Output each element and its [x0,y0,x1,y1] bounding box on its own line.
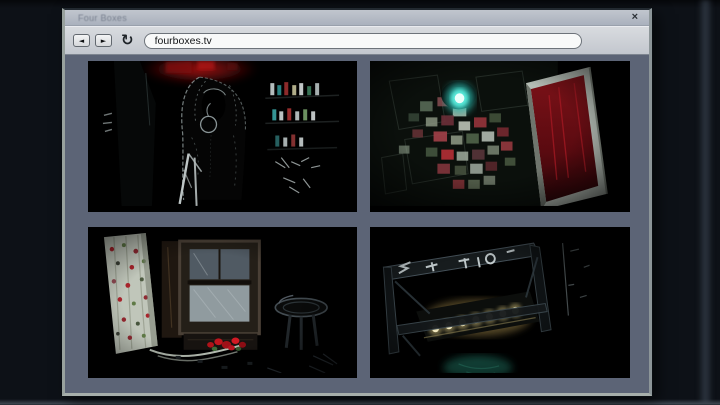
window-title: Four Boxes [65,13,127,23]
bezel-top-edge [0,0,720,8]
feed-artwork-hooded-figure [88,61,357,212]
refresh-icon[interactable]: ↻ [121,33,134,48]
video-panel-bottom-left[interactable] [88,227,357,378]
feed-artwork-photo-wall [370,61,630,212]
browser-toolbar: ◄ ► ↻ [65,26,649,55]
bezel-right-highlight [698,0,712,405]
close-icon[interactable]: × [632,12,638,23]
fourboxes-page [65,55,649,393]
address-bar-input[interactable] [144,33,582,49]
video-panel-top-right[interactable] [370,61,630,212]
video-panel-bottom-right[interactable] [370,227,630,378]
browser-window: Four Boxes × ◄ ► ↻ [62,8,652,396]
feed-artwork-curtain-window [88,227,357,378]
back-icon: ◄ [79,36,84,46]
back-button[interactable]: ◄ [73,34,90,47]
laptop-screen: { "window": { "title": "Four Boxes", "cl… [0,0,720,405]
forward-button[interactable]: ► [95,34,112,47]
video-panel-top-left[interactable] [88,61,357,212]
window-titlebar[interactable]: Four Boxes × [65,10,649,26]
feed-artwork-bed-frame [370,227,630,378]
forward-icon: ► [101,36,106,46]
bezel-bottom-edge [0,399,720,405]
